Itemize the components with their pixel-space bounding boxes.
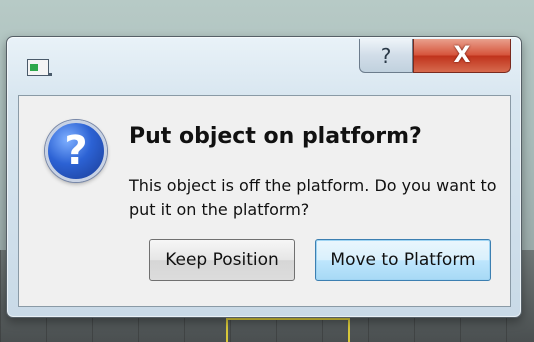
question-icon: ? bbox=[45, 120, 107, 182]
background-platform-outline bbox=[226, 318, 350, 342]
dialog-window: ? X ? Put object on platform? This objec… bbox=[6, 36, 522, 318]
help-icon: ? bbox=[380, 43, 392, 68]
move-to-platform-button[interactable]: Move to Platform bbox=[315, 239, 491, 281]
window-app-icon bbox=[27, 59, 52, 76]
help-button[interactable]: ? bbox=[359, 39, 413, 73]
dialog-content: ? Put object on platform? This object is… bbox=[18, 95, 511, 307]
close-icon: X bbox=[453, 43, 471, 68]
dialog-title: Put object on platform? bbox=[129, 124, 422, 149]
close-button[interactable]: X bbox=[413, 39, 511, 73]
dialog-message: This object is off the platform. Do you … bbox=[129, 176, 497, 219]
keep-position-button[interactable]: Keep Position bbox=[149, 239, 295, 281]
